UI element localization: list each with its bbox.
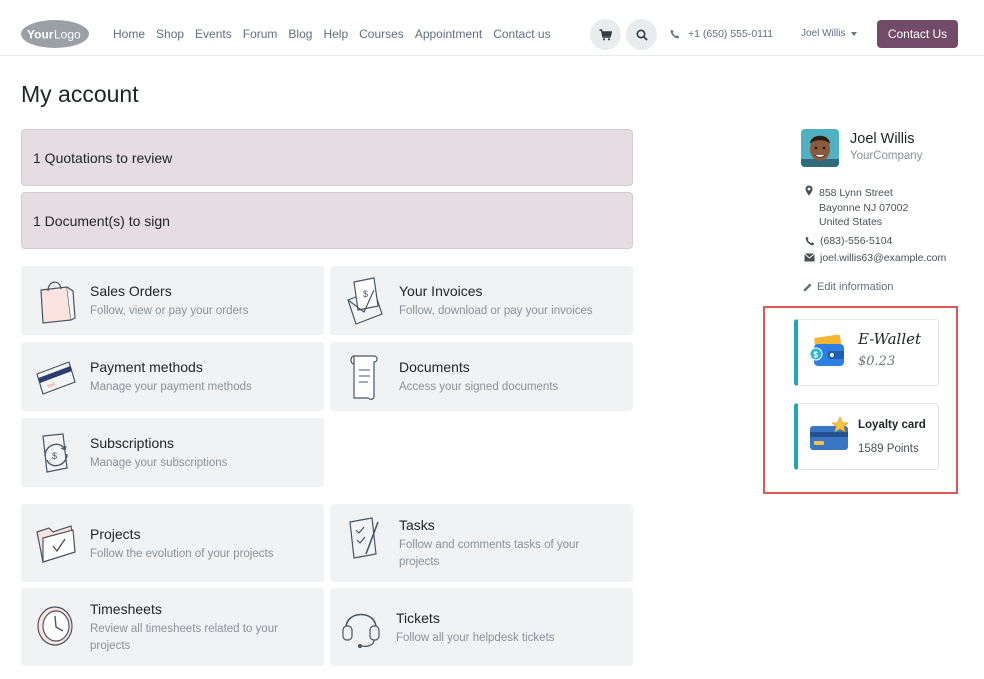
- avatar: [801, 129, 839, 167]
- document-scroll-icon: [350, 355, 378, 400]
- card-sales-orders[interactable]: Sales Orders Follow, view or pay your or…: [21, 266, 324, 335]
- profile-address: 858 Lynn Street Bayonne NJ 07002 United …: [819, 186, 908, 230]
- card-title: Tickets: [396, 610, 440, 626]
- subscription-icon: $: [42, 433, 68, 473]
- card-tasks[interactable]: Tasks Follow and comments tasks of your …: [330, 504, 633, 582]
- top-navbar: Your Logo Home Shop Events Forum Blog He…: [0, 0, 984, 56]
- card-payment-methods[interactable]: Payment methods Manage your payment meth…: [21, 342, 324, 411]
- card-documents[interactable]: Documents Access your signed documents: [330, 342, 633, 411]
- card-description: Manage your payment methods: [90, 381, 252, 393]
- svg-text:$: $: [814, 351, 819, 360]
- card-description: Follow all your helpdesk tickets: [396, 632, 555, 644]
- header-phone-number: +1 (650) 555-0111: [688, 28, 774, 40]
- nav-events[interactable]: Events: [195, 27, 232, 41]
- profile-name: Joel Willis: [850, 131, 915, 147]
- card-title: Your Invoices: [399, 283, 483, 299]
- card-title: Projects: [90, 526, 141, 542]
- envelope-icon: [804, 253, 815, 262]
- profile-company: YourCompany: [850, 150, 923, 162]
- header-phone[interactable]: +1 (650) 555-0111: [670, 28, 773, 40]
- svg-text:$: $: [52, 451, 57, 461]
- nav-shop[interactable]: Shop: [156, 27, 184, 41]
- loyalty-card-title: Loyalty card: [858, 419, 926, 431]
- user-menu-dropdown[interactable]: Joel Willis: [801, 28, 858, 39]
- card-title: Subscriptions: [90, 435, 175, 451]
- shopping-bag-icon: [40, 281, 76, 324]
- clock-icon: [37, 606, 73, 646]
- card-tickets[interactable]: Tickets Follow all your helpdesk tickets: [330, 588, 633, 666]
- nav-contact-us[interactable]: Contact us: [493, 27, 550, 41]
- company-logo[interactable]: Your Logo: [20, 19, 90, 49]
- svg-text:Your: Your: [27, 28, 54, 42]
- svg-text:Logo: Logo: [54, 28, 81, 42]
- edit-information-link[interactable]: Edit information: [803, 281, 893, 293]
- card-description: Access your signed documents: [399, 381, 559, 393]
- documents-to-sign-alert[interactable]: 1 Document(s) to sign: [21, 192, 633, 249]
- card-description: Follow, view or pay your orders: [90, 305, 249, 317]
- ewallet-card[interactable]: $ E-Wallet $0.23: [794, 319, 939, 386]
- address-line: United States: [819, 216, 883, 228]
- loyalty-points: 1589 Points: [858, 443, 919, 455]
- contact-us-button[interactable]: Contact Us: [877, 20, 958, 48]
- phone-icon: [670, 29, 680, 39]
- nav-courses[interactable]: Courses: [359, 27, 404, 41]
- invoice-icon: $: [347, 277, 383, 325]
- phone-icon: [805, 236, 815, 246]
- quotations-alert[interactable]: 1 Quotations to review: [21, 129, 633, 186]
- card-title: Tasks: [399, 517, 435, 533]
- card-description: Follow and comments tasks of your projec…: [399, 539, 580, 568]
- chevron-down-icon: [851, 31, 858, 36]
- card-title: Payment methods: [90, 359, 203, 375]
- edit-information-label: Edit information: [817, 281, 894, 293]
- nav-blog[interactable]: Blog: [288, 27, 312, 41]
- card-title: Sales Orders: [90, 283, 172, 299]
- headset-icon: [342, 613, 380, 648]
- cart-button[interactable]: [590, 19, 621, 50]
- nav-forum[interactable]: Forum: [243, 27, 278, 41]
- nav-help[interactable]: Help: [323, 27, 348, 41]
- loyalty-card-star-icon: [810, 416, 849, 450]
- nav-home[interactable]: Home: [113, 27, 145, 41]
- page-title: My account: [21, 81, 139, 107]
- card-description: Follow the evolution of your projects: [90, 548, 274, 560]
- ewallet-balance: $0.23: [858, 354, 896, 369]
- card-title: Timesheets: [90, 601, 162, 617]
- pencil-icon: [803, 283, 812, 292]
- user-menu-name: Joel Willis: [801, 28, 846, 39]
- card-description: Review all timesheets related to your pr…: [90, 623, 278, 652]
- address-line: Bayonne NJ 07002: [819, 201, 909, 214]
- card-description: Manage your subscriptions: [90, 457, 228, 469]
- profile-phone: (683)-556-5104: [820, 235, 893, 247]
- card-subscriptions[interactable]: $ Subscriptions Manage your subscription…: [21, 418, 324, 487]
- card-timesheets[interactable]: Timesheets Review all timesheets related…: [21, 588, 324, 666]
- profile-email: joel.willis63@example.com: [820, 252, 947, 264]
- credit-card-icon: [36, 361, 76, 395]
- address-line: 858 Lynn Street: [819, 187, 893, 199]
- folder-check-icon: [36, 525, 76, 563]
- main-nav: Home Shop Events Forum Blog Help Courses…: [113, 27, 551, 41]
- card-projects[interactable]: Projects Follow the evolution of your pr…: [21, 504, 324, 582]
- wallet-icon: $: [809, 334, 844, 366]
- cart-icon: [599, 28, 612, 40]
- card-description: Follow, download or pay your invoices: [399, 305, 593, 317]
- ewallet-title: E-Wallet: [858, 330, 922, 348]
- card-your-invoices[interactable]: $ Your Invoices Follow, download or pay …: [330, 266, 633, 335]
- svg-text:$: $: [363, 289, 368, 299]
- search-icon: [635, 28, 648, 41]
- card-title: Documents: [399, 359, 470, 375]
- map-marker-icon: [805, 185, 813, 196]
- loyalty-card[interactable]: Loyalty card 1589 Points: [794, 403, 939, 470]
- task-clipboard-icon: [349, 517, 379, 559]
- nav-appointment[interactable]: Appointment: [415, 27, 482, 41]
- search-button[interactable]: [626, 19, 657, 50]
